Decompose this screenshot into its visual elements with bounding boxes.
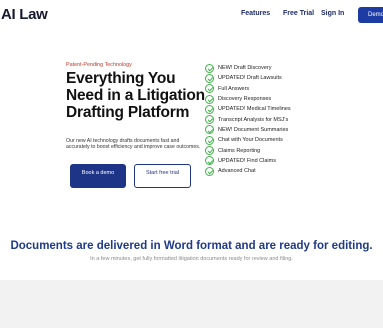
top-navigation: AI Law Features Free Trial Sign In Demo [0, 0, 383, 30]
feature-label: UPDATED! Medical Timelines [218, 106, 291, 113]
feature-item: Discovery Responses [205, 94, 291, 104]
check-circle-icon [205, 94, 214, 104]
book-demo-button[interactable]: Book a demo [70, 164, 126, 188]
feature-label: UPDATED! Find Claims [218, 157, 276, 164]
feature-label: Transcript Analysis for MSJ's [218, 116, 289, 123]
check-circle-icon [205, 146, 214, 156]
start-free-trial-button[interactable]: Start free trial [134, 164, 191, 188]
feature-item: Full Answers [205, 84, 291, 94]
check-circle-icon [205, 166, 214, 176]
check-circle-icon [205, 115, 214, 125]
hero-headline: Everything You Need in a Litigation Draf… [66, 70, 205, 121]
nav-link-features[interactable]: Features [241, 10, 270, 17]
nav-link-free-trial[interactable]: Free Trial [283, 10, 314, 17]
feature-label: Chat with Your Documents [218, 137, 283, 144]
check-circle-icon [205, 63, 214, 73]
demo-button[interactable]: Demo [358, 7, 383, 23]
check-circle-icon [205, 73, 214, 83]
check-circle-icon [205, 125, 214, 135]
site-logo[interactable]: AI Law [1, 6, 48, 23]
feature-list: NEW! Draft Discovery UPDATED! Draft Laws… [205, 63, 291, 176]
feature-label: Full Answers [218, 85, 250, 92]
feature-item: UPDATED! Find Claims [205, 156, 291, 166]
hero-subcopy: Our new AI technology drafts documents f… [66, 138, 201, 151]
check-circle-icon [205, 84, 214, 94]
feature-item: UPDATED! Medical Timelines [205, 104, 291, 114]
feature-label: UPDATED! Draft Lawsuits [218, 75, 282, 82]
check-circle-icon [205, 104, 214, 114]
section-title: Documents are delivered in Word format a… [10, 240, 373, 252]
feature-item: Transcript Analysis for MSJ's [205, 114, 291, 125]
feature-label: Claims Reporting [218, 147, 261, 154]
feature-label: NEW! Document Summaries [218, 126, 289, 133]
feature-label: NEW! Draft Discovery [218, 65, 272, 72]
feature-label: Advanced Chat [218, 168, 256, 175]
check-circle-icon [205, 156, 214, 166]
nav-link-sign-in[interactable]: Sign In [321, 10, 344, 17]
feature-item: NEW! Draft Discovery [205, 63, 291, 73]
feature-item: UPDATED! Draft Lawsuits [205, 73, 291, 83]
feature-item: Claims Reporting [205, 145, 291, 156]
feature-item: NEW! Document Summaries [205, 125, 291, 135]
section-subtitle: In a few minutes, get fully formatted li… [90, 256, 293, 262]
feature-label: Discovery Responses [218, 96, 272, 103]
feature-item: Chat with Your Documents [205, 135, 291, 145]
feature-item: Advanced Chat [205, 166, 291, 176]
check-circle-icon [205, 135, 214, 145]
footer-band [0, 280, 383, 328]
hero-eyebrow: Patent-Pending Technology [66, 62, 132, 68]
